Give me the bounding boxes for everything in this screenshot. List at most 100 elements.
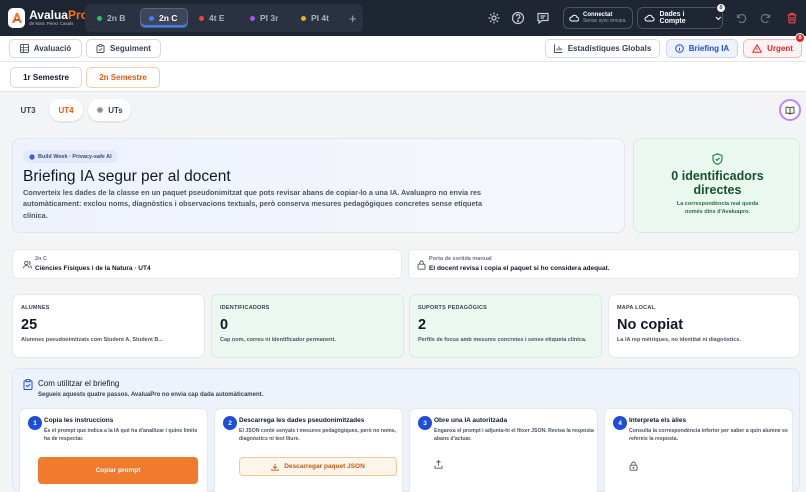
units-label: UTs [108, 105, 123, 115]
step-number: 1 [28, 416, 42, 430]
help-icon[interactable] [511, 11, 525, 25]
bar-chart-icon [553, 44, 563, 53]
subject-name: Ciències Físiques i de la Natura · UT4 [35, 265, 151, 272]
trash-icon[interactable] [785, 11, 799, 25]
connection-status[interactable]: Connectat Sense sync encara [563, 7, 633, 29]
copy-prompt-button[interactable]: Copiar prompt [38, 457, 198, 484]
stat-description: Alumnes pseudonimitzats com Student A, S… [21, 337, 163, 343]
group-tab-label: 2n B [107, 13, 126, 23]
step-card-copy: 1 Copia les instruccions És el prompt qu… [19, 408, 208, 492]
stat-label: IDENTIFICADORS [220, 305, 270, 311]
privacy-badge-label: Build Week · Privacy-safe AI [38, 153, 112, 160]
urgent-badge: 8 [795, 33, 805, 43]
exit-gate-text: El docent revisa i copia el paquet si ho… [429, 265, 610, 272]
chevron-down-icon [715, 16, 722, 20]
share-icon [434, 460, 443, 469]
tab-avaluacio[interactable]: Avaluació [9, 39, 82, 58]
book-icon[interactable] [779, 99, 801, 121]
group-color-dot [149, 15, 154, 21]
messages-icon[interactable] [536, 11, 550, 25]
howto-section: Com utilitzar el briefing Segueix aquest… [12, 368, 800, 492]
group-color-dot [97, 15, 102, 21]
identifiers-count-suffix: directes [693, 182, 742, 197]
group-context-card: 2n C Ciències Físiques i de la Natura · … [12, 249, 402, 279]
stat-description: La IA rep mètriques, no identitat ni dia… [617, 337, 741, 343]
undo-icon[interactable] [734, 11, 748, 25]
group-color-dot [199, 15, 204, 21]
gear-icon [97, 106, 104, 114]
add-group-icon[interactable]: + [349, 11, 357, 26]
step-description: Consulta la correspondència inferior per… [629, 428, 788, 442]
step-description: El JSON conté senyals i mesures pedagògi… [239, 428, 397, 442]
unit-tab-ut3[interactable]: UT3 [12, 99, 44, 121]
cloud-icon [569, 14, 579, 22]
app-logo[interactable]: AvaluaPro de Marc Pérez Casals [8, 8, 88, 28]
group-color-dot [301, 15, 306, 21]
download-icon [271, 463, 279, 471]
step-title: Copia les instruccions [44, 417, 114, 424]
shield-check-icon [712, 153, 723, 165]
app-author: de Marc Pérez Casals [29, 21, 74, 27]
logo-mark-icon [8, 8, 26, 28]
privacy-badge: Build Week · Privacy-safe AI [23, 150, 118, 163]
tab-label: Urgent [767, 44, 793, 53]
howto-subtitle: Segueix aquests quatre passos. AvaluaPro… [38, 392, 264, 398]
units-settings-button[interactable]: UTs [88, 99, 131, 121]
account-badge: 0 [716, 3, 726, 13]
group-color-dot [250, 15, 255, 21]
lock-icon [629, 461, 638, 471]
tab-estadistiques[interactable]: Estadístiques Globals [545, 39, 660, 58]
tab-seguiment[interactable]: Seguiment [86, 39, 161, 58]
step-description: Enganxa el prompt i adjunta-hi el fitxer… [434, 428, 594, 442]
semester-1-button[interactable]: 1r Semestre [10, 67, 82, 88]
group-tab-label: 2n C [159, 13, 178, 23]
cloud-icon [644, 14, 655, 22]
app-name: Avalua [29, 8, 68, 23]
stat-card-local-map: MAPA LOCAL No copiat La IA rep mètriques… [608, 294, 800, 358]
group-tab-pi4t[interactable]: PI 4t [293, 8, 341, 28]
step-title: Descarrega les dades pseudonimitzades [239, 417, 365, 424]
account-button[interactable]: Dades i Compte [637, 7, 723, 29]
stat-description: Perfils de focus amb mesures concretes i… [418, 337, 587, 343]
exit-gate-card: Porta de sortida manual El docent revisa… [408, 249, 800, 279]
group-tab-label: 4t E [209, 13, 225, 23]
group-tab-4te[interactable]: 4t E [191, 8, 239, 28]
page-title: Briefing IA segur per al docent [23, 168, 231, 185]
howto-title: Com utilitzar el briefing [38, 379, 120, 388]
stat-value: 25 [21, 317, 38, 333]
page-description: Converteix les dades de la classe en un … [23, 188, 483, 220]
step-description: És el prompt que indica a la IA què ha d… [44, 428, 198, 442]
group-tab-pi3r[interactable]: PI 3r [242, 8, 290, 28]
step-title: Obre una IA autoritzada [434, 417, 508, 424]
group-tab-2nb[interactable]: 2n B [89, 8, 137, 28]
gear-icon[interactable] [487, 11, 501, 25]
group-tab-label: PI 3r [260, 13, 279, 23]
step-card-download: 2 Descarrega les dades pseudonimitzades … [214, 408, 403, 492]
tab-label: Avaluació [33, 44, 72, 53]
identifiers-count: 0 identificadors [671, 169, 764, 183]
main-nav: Avaluació Seguiment Estadístiques Global… [0, 33, 806, 62]
stat-label: ALUMNES [21, 305, 50, 311]
identifiers-note-2: només dins d'Avaluapro. [685, 208, 750, 215]
download-json-button[interactable]: Descarregar paquet JSON [239, 457, 397, 476]
redo-icon[interactable] [759, 11, 773, 25]
table-icon [19, 44, 29, 53]
stat-value: 2 [418, 317, 427, 333]
users-icon [23, 260, 32, 269]
top-bar: AvaluaPro de Marc Pérez Casals 2n B 2n C… [0, 0, 806, 36]
step-number: 2 [223, 416, 237, 430]
semester-2-button[interactable]: 2n Semestre [86, 67, 160, 88]
clipboard-icon [23, 379, 33, 390]
group-tab-label: PI 4t [311, 13, 329, 23]
tab-briefing-ia[interactable]: Briefing IA [666, 39, 738, 58]
connection-detail: Sense sync encara [583, 17, 626, 24]
exit-gate-label: Porta de sortida manual [429, 256, 492, 262]
tab-urgent[interactable]: Urgent [743, 39, 802, 58]
group-tabs: 2n B 2n C 4t E PI 3r PI 4t + [85, 4, 363, 32]
stat-label: SUPORTS PEDAGÒGICS [418, 305, 487, 311]
group-tab-2nc[interactable]: 2n C [140, 8, 188, 28]
account-label: Dades i Compte [659, 11, 686, 25]
unit-tab-ut4[interactable]: UT4 [49, 99, 83, 121]
info-icon [674, 44, 684, 53]
stat-card-identifiers: IDENTIFICADORS 0 Cap nom, correu ni iden… [211, 294, 404, 358]
